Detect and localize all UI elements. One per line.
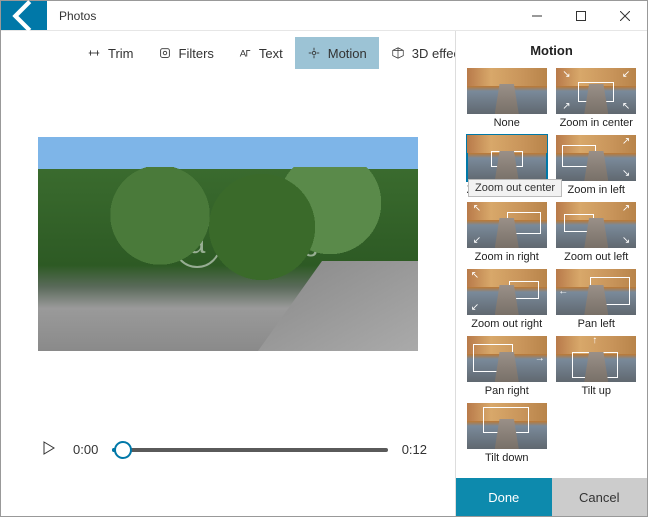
trim-icon [87,46,101,60]
video-preview[interactable]: Quatrimang [38,137,418,351]
motion-option-zoom-in-left[interactable]: ↗ ↘ Zoom in left [556,135,638,198]
motion-tooltip: Zoom out center [468,179,562,197]
main-area: Quatrimang 0:00 0:12 [1,75,455,516]
motion-option-zoom-out-right[interactable]: ↖ ↙ Zoom out right [466,269,548,332]
panel-footer: Done Cancel [456,478,647,516]
motion-label: Motion [328,46,367,61]
motion-option-zoom-out-left[interactable]: ↗ ↘ Zoom out left [556,202,638,265]
cube-icon [391,46,405,60]
back-button[interactable] [1,1,47,30]
slider-thumb[interactable] [114,441,132,459]
motion-option-pan-left[interactable]: ← Pan left [556,269,638,332]
text-label: Text [259,46,283,61]
play-button[interactable] [39,439,59,460]
current-time: 0:00 [73,442,98,457]
minimize-button[interactable] [515,1,559,30]
filters-label: Filters [179,46,214,61]
motion-icon [307,46,321,60]
total-time: 0:12 [402,442,427,457]
text-button[interactable]: A Text [226,37,295,69]
app-title: Photos [47,1,515,30]
filters-button[interactable]: Filters [146,37,226,69]
timeline-slider[interactable] [112,448,387,452]
titlebar: Photos [1,1,647,31]
trim-button[interactable]: Trim [75,37,146,69]
maximize-button[interactable] [559,1,603,30]
motion-option-tilt-up[interactable]: ↑ Tilt up [556,336,638,399]
motion-option-zoom-in-center[interactable]: ↘ ↙ ↗ ↖ Zoom in center [556,68,638,131]
panel-title: Motion [456,31,647,68]
motion-option-pan-right[interactable]: → Pan right [466,336,548,399]
done-button[interactable]: Done [456,478,552,516]
motion-grid: None ↘ ↙ ↗ ↖ Zoom in center Zoom out cen… [456,68,647,478]
trim-label: Trim [108,46,134,61]
motion-option-none[interactable]: None [466,68,548,131]
player-bar: 0:00 0:12 [39,439,427,460]
motion-panel: Motion Zoom out center None ↘ ↙ ↗ ↖ Zoom… [455,31,647,516]
motion-button[interactable]: Motion [295,37,379,69]
window-controls [515,1,647,30]
svg-text:A: A [240,49,247,60]
motion-option-tilt-down[interactable]: Tilt down [466,403,548,466]
cancel-button[interactable]: Cancel [552,478,648,516]
watermark: Quatrimang [136,220,320,268]
text-icon: A [238,46,252,60]
motion-option-zoom-in-right[interactable]: ↖ ↙ Zoom in right [466,202,548,265]
filters-icon [158,46,172,60]
close-button[interactable] [603,1,647,30]
